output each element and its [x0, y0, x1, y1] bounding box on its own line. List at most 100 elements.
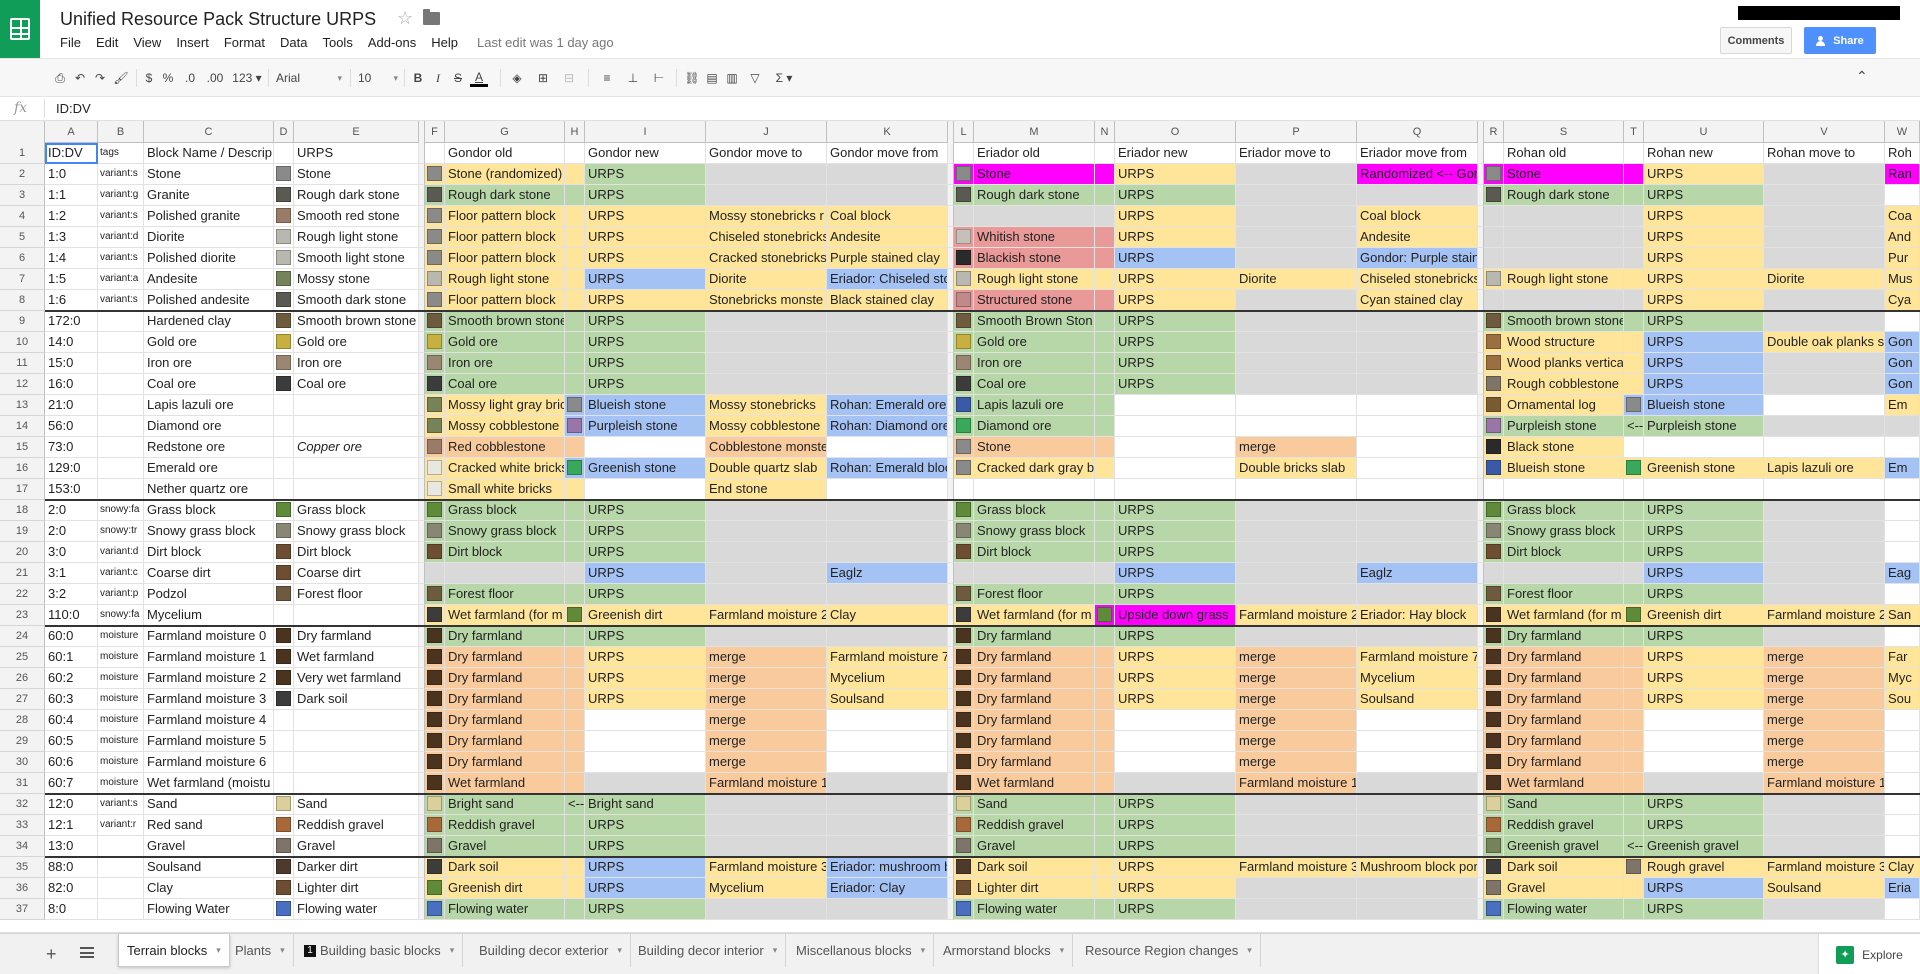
cell-b8[interactable]: variant:s [98, 290, 144, 311]
cell-u31[interactable] [1644, 773, 1764, 794]
cell-s23[interactable]: Wet farmland (for m [1504, 605, 1624, 626]
cell-e7[interactable]: Mossy stone [294, 269, 419, 290]
cell-f23[interactable] [425, 605, 445, 626]
cell-l7[interactable] [954, 269, 974, 290]
cell-i34[interactable]: URPS [585, 836, 706, 857]
cell-w13[interactable]: Em [1885, 395, 1920, 416]
cell-r37[interactable] [1484, 899, 1504, 920]
cell-q22[interactable] [1357, 584, 1478, 605]
cell-a9[interactable]: 172:0 [45, 311, 98, 332]
cell-d13[interactable] [274, 395, 294, 416]
merge-cells-icon[interactable]: ⊟ [558, 69, 580, 87]
cell-r22[interactable] [1484, 584, 1504, 605]
font-select[interactable]: Arial ▾ [276, 69, 342, 87]
cell-l17[interactable] [954, 479, 974, 500]
cell-c21[interactable]: Coarse dirt [144, 563, 274, 584]
cell-c32[interactable]: Sand [144, 794, 274, 815]
cell-s32[interactable]: Sand [1504, 794, 1624, 815]
borders-icon[interactable]: ⊞ [532, 69, 554, 87]
cell-n28[interactable] [1095, 710, 1115, 731]
cell-c7[interactable]: Andesite [144, 269, 274, 290]
cell-g20[interactable]: Dirt block [445, 542, 565, 563]
cell-v15[interactable] [1764, 437, 1885, 458]
cell-l35[interactable] [954, 857, 974, 878]
cell-s36[interactable]: Gravel [1504, 878, 1624, 899]
cell-m23[interactable]: Wet farmland (for m [974, 605, 1095, 626]
cell-r7[interactable] [1484, 269, 1504, 290]
cell-n35[interactable] [1095, 857, 1115, 878]
cell-a18[interactable]: 2:0 [45, 500, 98, 521]
cell-o15[interactable] [1115, 437, 1236, 458]
cell-p1[interactable]: Eriador move to [1236, 143, 1357, 164]
cell-t3[interactable] [1624, 185, 1644, 206]
cell-g19[interactable]: Snowy grass block [445, 521, 565, 542]
column-header-w[interactable]: W [1885, 121, 1920, 143]
cell-f10[interactable] [425, 332, 445, 353]
cell-e10[interactable]: Gold ore [294, 332, 419, 353]
cell-c36[interactable]: Clay [144, 878, 274, 899]
cell-s26[interactable]: Dry farmland [1504, 668, 1624, 689]
cell-m35[interactable]: Dark soil [974, 857, 1095, 878]
cell-g1[interactable]: Gondor old [445, 143, 565, 164]
cell-r13[interactable] [1484, 395, 1504, 416]
undo-icon[interactable]: ↶ [72, 69, 88, 87]
cell-u22[interactable]: URPS [1644, 584, 1764, 605]
cell-g18[interactable]: Grass block [445, 500, 565, 521]
cell-f15[interactable] [425, 437, 445, 458]
cell-o14[interactable] [1115, 416, 1236, 437]
row-number[interactable]: 10 [0, 332, 45, 353]
cell-o35[interactable]: URPS [1115, 857, 1236, 878]
row-number[interactable]: 18 [0, 500, 45, 521]
cell-o8[interactable]: URPS [1115, 290, 1236, 311]
cell-i16[interactable]: Greenish stone [585, 458, 706, 479]
cell-r14[interactable] [1484, 416, 1504, 437]
cell-p9[interactable] [1236, 311, 1357, 332]
strikethrough-button[interactable]: S [450, 69, 466, 87]
cell-s28[interactable]: Dry farmland [1504, 710, 1624, 731]
cell-t7[interactable] [1624, 269, 1644, 290]
cell-b9[interactable] [98, 311, 144, 332]
cell-h7[interactable] [565, 269, 585, 290]
cell-i21[interactable]: URPS [585, 563, 706, 584]
cell-g27[interactable]: Dry farmland [445, 689, 565, 710]
row-number[interactable]: 34 [0, 836, 45, 857]
cell-v21[interactable] [1764, 563, 1885, 584]
cell-v25[interactable]: merge [1764, 647, 1885, 668]
cell-o10[interactable]: URPS [1115, 332, 1236, 353]
cell-a37[interactable]: 8:0 [45, 899, 98, 920]
cell-e11[interactable]: Iron ore [294, 353, 419, 374]
cell-k3[interactable] [827, 185, 948, 206]
cell-g30[interactable]: Dry farmland [445, 752, 565, 773]
cell-a8[interactable]: 1:6 [45, 290, 98, 311]
cell-f17[interactable] [425, 479, 445, 500]
cell-g3[interactable]: Rough dark stone [445, 185, 565, 206]
cell-t12[interactable] [1624, 374, 1644, 395]
cell-i11[interactable]: URPS [585, 353, 706, 374]
cell-e37[interactable]: Flowing water [294, 899, 419, 920]
cell-a22[interactable]: 3:2 [45, 584, 98, 605]
column-header-a[interactable]: A [45, 121, 98, 143]
cell-r8[interactable] [1484, 290, 1504, 311]
cell-i1[interactable]: Gondor new [585, 143, 706, 164]
row-number[interactable]: 13 [0, 395, 45, 416]
cell-u5[interactable]: URPS [1644, 227, 1764, 248]
cell-i26[interactable]: URPS [585, 668, 706, 689]
cell-u13[interactable]: Blueish stone [1644, 395, 1764, 416]
cell-v33[interactable] [1764, 815, 1885, 836]
cell-h14[interactable] [565, 416, 585, 437]
cell-w22[interactable] [1885, 584, 1920, 605]
cell-t34[interactable]: <-- [1624, 836, 1644, 857]
cell-v29[interactable]: merge [1764, 731, 1885, 752]
cell-q32[interactable] [1357, 794, 1478, 815]
cell-o33[interactable]: URPS [1115, 815, 1236, 836]
cell-d11[interactable] [274, 353, 294, 374]
cell-u2[interactable]: URPS [1644, 164, 1764, 185]
cell-t21[interactable] [1624, 563, 1644, 584]
cell-p35[interactable]: Farmland moisture 3 [1236, 857, 1357, 878]
cell-p31[interactable]: Farmland moisture 1 [1236, 773, 1357, 794]
cell-s8[interactable] [1504, 290, 1624, 311]
cell-n24[interactable] [1095, 626, 1115, 647]
cell-j29[interactable]: merge [706, 731, 827, 752]
cell-w37[interactable] [1885, 899, 1920, 920]
cell-v26[interactable]: merge [1764, 668, 1885, 689]
